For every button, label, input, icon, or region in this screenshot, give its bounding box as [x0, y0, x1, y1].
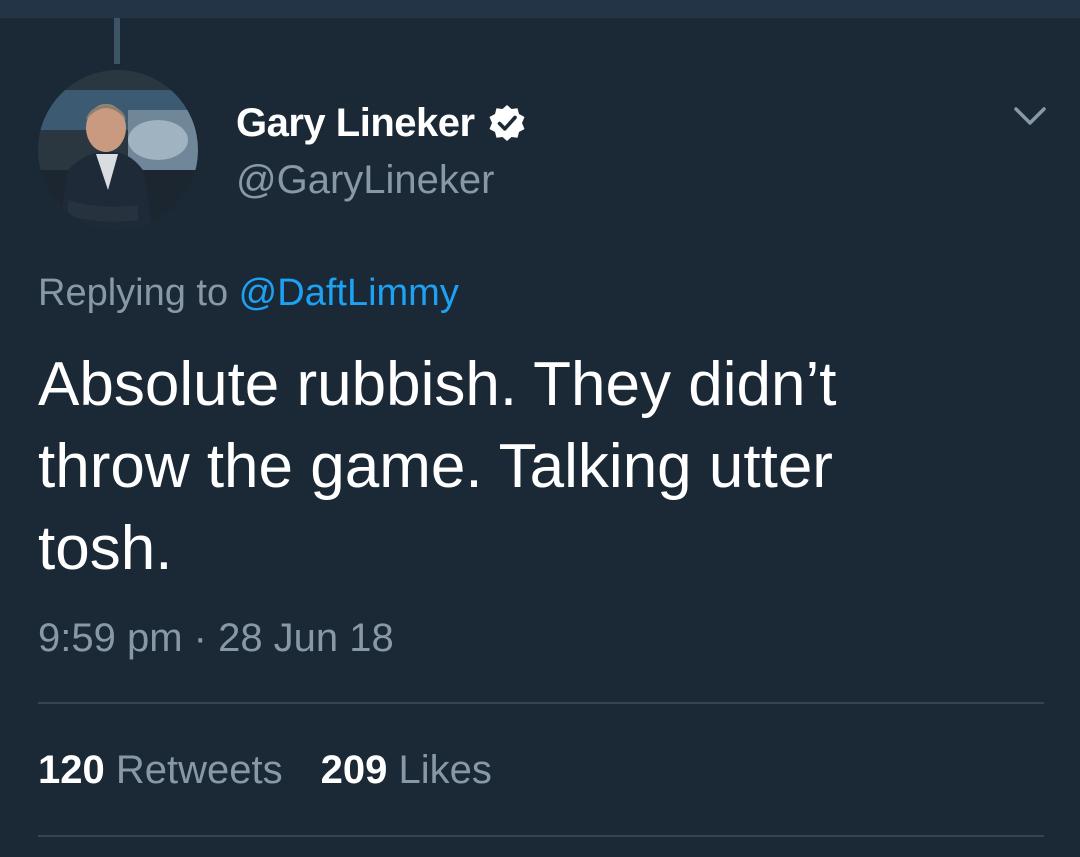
likes-count: 209 [320, 748, 388, 792]
tweet-timestamp: 9:59 pm · 28 Jun 18 [38, 616, 394, 660]
chevron-down-icon[interactable] [1010, 100, 1050, 132]
author-name-row[interactable]: Gary Lineker [236, 98, 527, 148]
likes-stat[interactable]: 209 Likes [321, 748, 492, 793]
divider [38, 835, 1044, 837]
tweet-text: Absolute rubbish. They didn’t throw the … [38, 350, 837, 583]
top-bar [0, 0, 1080, 18]
avatar-image [38, 70, 198, 230]
divider [38, 702, 1044, 704]
retweets-stat[interactable]: 120 Retweets [38, 748, 283, 793]
user-handle[interactable]: @GaryLineker [236, 158, 494, 203]
display-name[interactable]: Gary Lineker [236, 101, 475, 146]
retweets-label: Retweets [115, 748, 283, 792]
retweets-count: 120 [38, 748, 105, 792]
verified-badge-icon [487, 103, 527, 143]
replying-to-label: Replying to [38, 272, 239, 314]
replying-to-line: Replying to @DaftLimmy [38, 272, 459, 315]
replying-to-link[interactable]: @DaftLimmy [239, 272, 459, 314]
avatar[interactable] [38, 70, 198, 230]
thread-connector-line [114, 18, 120, 64]
tweet-stats: 120 Retweets 209 Likes [38, 748, 530, 793]
likes-label: Likes [398, 748, 492, 792]
tweet-detail-screen: Gary Lineker @GaryLineker Replying to @D… [0, 0, 1080, 857]
